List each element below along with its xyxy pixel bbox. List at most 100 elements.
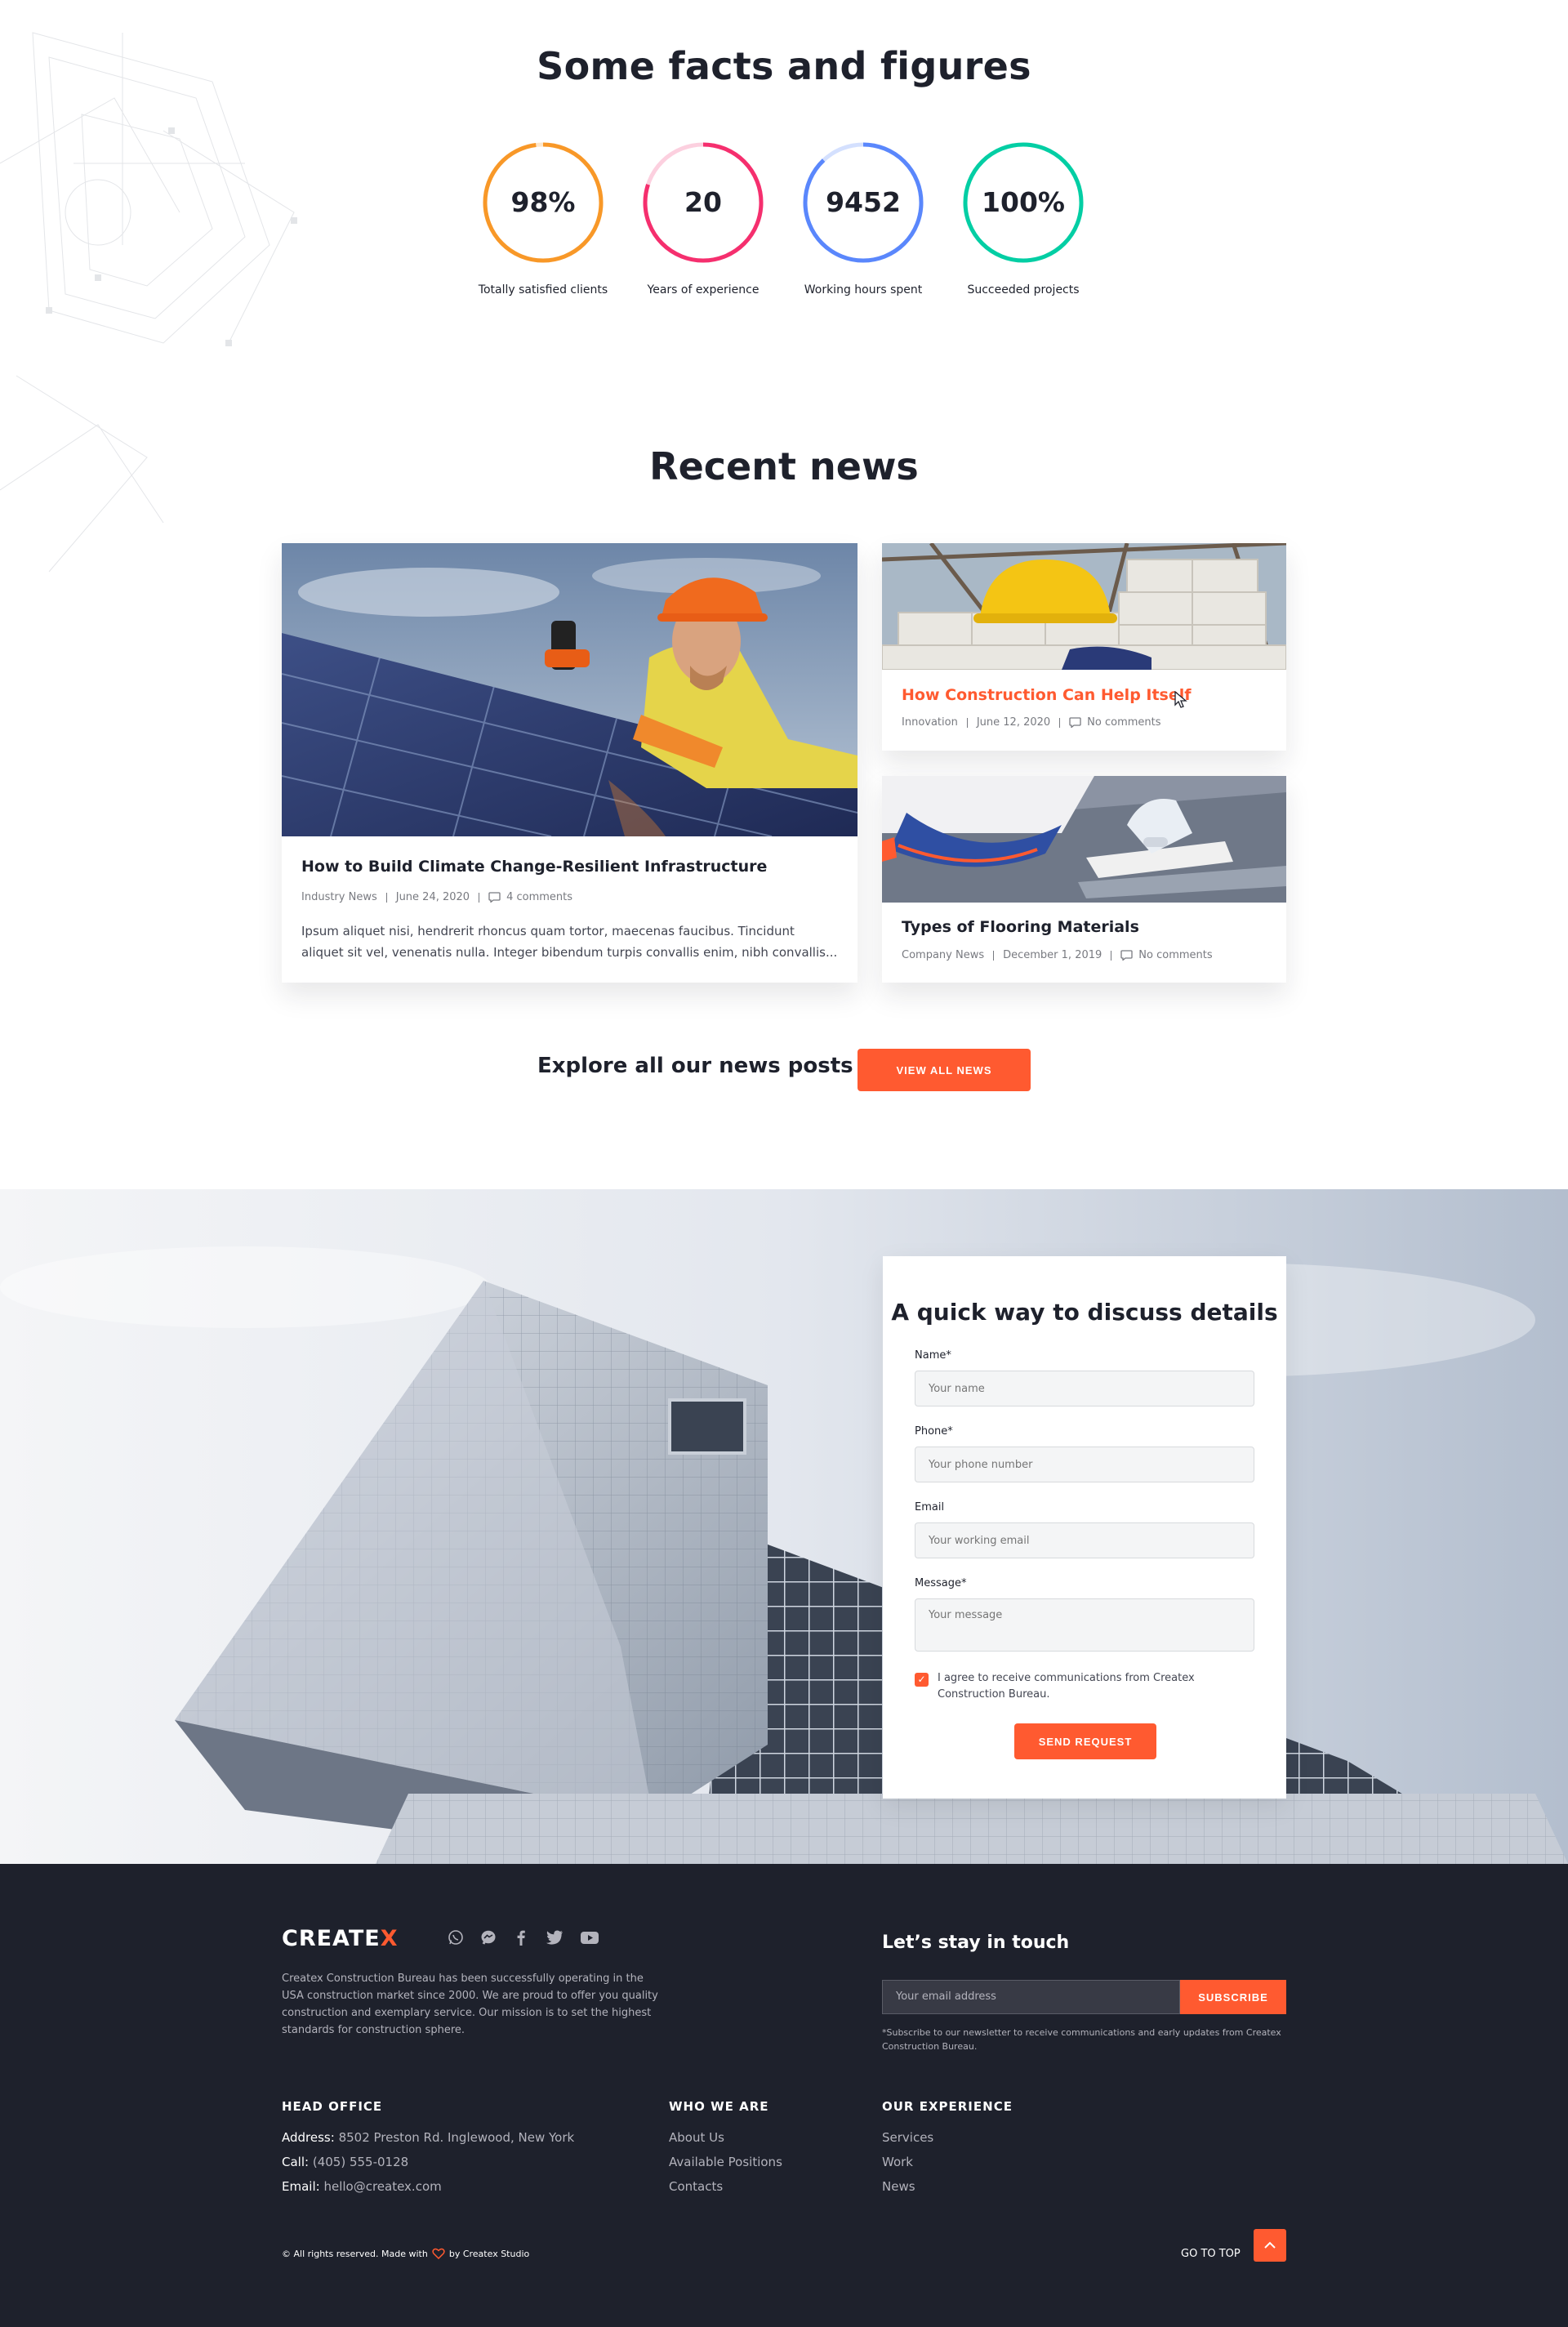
facts-title: Some facts and figures xyxy=(537,44,1031,88)
call-value[interactable]: (405) 555-0128 xyxy=(313,2155,408,2169)
email-label-footer: Email: xyxy=(282,2179,320,2194)
stat-ring: 20 xyxy=(641,140,765,265)
footer-description: Createx Construction Bureau has been suc… xyxy=(282,1973,658,2036)
news-card-featured[interactable]: How to Build Climate Change-Resilient In… xyxy=(282,543,858,983)
createx-logo[interactable]: CREATEX xyxy=(282,1926,399,1951)
news-date: June 12, 2020 xyxy=(976,716,1051,729)
footer-link-about-us[interactable]: About Us xyxy=(669,2130,724,2145)
comment-icon xyxy=(1069,717,1081,728)
footer: CREATEX Createx Construction Bureau has … xyxy=(0,1864,1568,2327)
logo-text: CREATE xyxy=(282,1926,381,1951)
blueprint-background xyxy=(0,32,297,573)
newsletter-title: Let’s stay in touch xyxy=(882,1932,1070,1953)
featured-news-meta: Industry News June 24, 2020 4 comments xyxy=(301,891,572,903)
heart-icon xyxy=(432,2248,445,2259)
news-image-helmet-blocks xyxy=(882,543,1286,670)
news-title: Recent news xyxy=(649,444,919,488)
copyright: © All rights reserved. Made with by Crea… xyxy=(282,2248,529,2259)
news-image-flooring xyxy=(882,776,1286,903)
footer-link-services[interactable]: Services xyxy=(882,2130,933,2145)
twitter-icon[interactable] xyxy=(546,1929,564,1946)
contact-section-background xyxy=(0,1189,1568,1864)
email-value[interactable]: hello@createx.com xyxy=(323,2179,441,2194)
featured-news-excerpt: Ipsum aliquet nisi, hendrerit rhoncus qu… xyxy=(301,924,838,960)
news-category[interactable]: Company News xyxy=(902,949,984,961)
mouse-cursor-icon xyxy=(1174,691,1187,708)
stat-value: 98% xyxy=(510,186,576,218)
news-comments: 4 comments xyxy=(506,891,573,903)
contact-form-title: A quick way to discuss details xyxy=(891,1299,1278,1326)
stat-label: Working hours spent xyxy=(804,283,923,296)
stat-ring: 98% xyxy=(481,140,605,265)
stat-item: 9452 Working hours spent xyxy=(782,140,945,296)
stat-value: 9452 xyxy=(826,186,901,218)
subscribe-button[interactable]: SUBSCRIBE xyxy=(1180,1980,1286,2014)
message-textarea[interactable] xyxy=(915,1598,1254,1652)
social-links xyxy=(448,1929,599,1946)
youtube-icon[interactable] xyxy=(580,1929,599,1946)
stat-ring: 100% xyxy=(961,140,1085,265)
news-date: June 24, 2020 xyxy=(395,891,470,903)
copyright-pre: © All rights reserved. Made with xyxy=(282,2248,428,2259)
consent-text: I agree to receive communications from C… xyxy=(938,1672,1195,1701)
logo-accent: X xyxy=(380,1926,399,1951)
news-category[interactable]: Innovation xyxy=(902,716,958,729)
phone-input[interactable] xyxy=(915,1447,1254,1482)
stat-value: 20 xyxy=(684,186,722,218)
phone-label: Phone* xyxy=(915,1425,953,1438)
email-label: Email xyxy=(915,1501,945,1513)
head-office-address: Address: 8502 Preston Rd. Inglewood, New… xyxy=(282,2130,574,2145)
news-meta-flooring: Company News December 1, 2019 No comment… xyxy=(902,949,1213,961)
news-image-solar-worker xyxy=(282,543,858,836)
chevron-up-icon xyxy=(1264,2241,1276,2249)
address-value: 8502 Preston Rd. Inglewood, New York xyxy=(338,2130,575,2145)
news-card-flooring[interactable]: Types of Flooring Materials Company News… xyxy=(882,776,1286,983)
comment-icon xyxy=(1120,950,1133,961)
stat-label: Totally satisfied clients xyxy=(478,283,608,296)
news-title-flooring[interactable]: Types of Flooring Materials xyxy=(902,918,1139,936)
name-label: Name* xyxy=(915,1349,951,1362)
stat-label: Succeeded projects xyxy=(967,283,1080,296)
stat-item: 100% Succeeded projects xyxy=(942,140,1105,296)
news-comments: No comments xyxy=(1087,716,1161,729)
head-office-email: Email: hello@createx.com xyxy=(282,2179,442,2194)
stat-item: 98% Totally satisfied clients xyxy=(461,140,625,296)
address-label: Address: xyxy=(282,2130,335,2145)
news-date: December 1, 2019 xyxy=(1003,949,1102,961)
facebook-icon[interactable] xyxy=(513,1929,529,1946)
go-to-top-button[interactable] xyxy=(1254,2229,1286,2262)
newsletter-note: *Subscribe to our newsletter to receive … xyxy=(882,2027,1281,2052)
contact-form: A quick way to discuss details Name* Pho… xyxy=(883,1256,1286,1799)
footer-link-available-positions[interactable]: Available Positions xyxy=(669,2155,782,2169)
explore-news-text: Explore all our news posts xyxy=(537,1054,853,1078)
comment-icon xyxy=(488,892,501,903)
footer-link-work[interactable]: Work xyxy=(882,2155,913,2169)
our-experience-heading: OUR EXPERIENCE xyxy=(882,2099,1013,2114)
copyright-post[interactable]: by Createx Studio xyxy=(449,2249,529,2259)
stat-ring: 9452 xyxy=(801,140,925,265)
view-all-news-button[interactable]: VIEW ALL NEWS xyxy=(858,1049,1031,1091)
whatsapp-icon[interactable] xyxy=(448,1929,464,1946)
call-label: Call: xyxy=(282,2155,310,2169)
messenger-icon[interactable] xyxy=(480,1929,497,1946)
news-category[interactable]: Industry News xyxy=(301,891,377,903)
footer-link-news[interactable]: News xyxy=(882,2179,915,2194)
stat-value: 100% xyxy=(982,186,1065,218)
send-request-button[interactable]: SEND REQUEST xyxy=(1014,1723,1156,1759)
head-office-call: Call: (405) 555-0128 xyxy=(282,2155,408,2169)
news-card-construction[interactable]: How Construction Can Help Itself Innovat… xyxy=(882,543,1286,751)
newsletter-email-input[interactable]: Your email address xyxy=(882,1980,1180,2014)
news-title-construction[interactable]: How Construction Can Help Itself xyxy=(902,686,1192,704)
message-label: Message* xyxy=(915,1577,967,1589)
email-input[interactable] xyxy=(915,1522,1254,1558)
featured-news-title[interactable]: How to Build Climate Change-Resilient In… xyxy=(301,858,767,876)
stat-label: Years of experience xyxy=(647,283,760,296)
news-comments: No comments xyxy=(1138,949,1213,961)
stat-item: 20 Years of experience xyxy=(621,140,785,296)
name-input[interactable] xyxy=(915,1371,1254,1406)
go-to-top-label[interactable]: GO TO TOP xyxy=(1181,2248,1241,2260)
consent-checkbox[interactable]: ✓ xyxy=(915,1673,929,1687)
head-office-heading: HEAD OFFICE xyxy=(282,2099,383,2114)
footer-link-contacts[interactable]: Contacts xyxy=(669,2179,723,2194)
news-meta-construction: Innovation June 12, 2020 No comments xyxy=(902,716,1161,729)
